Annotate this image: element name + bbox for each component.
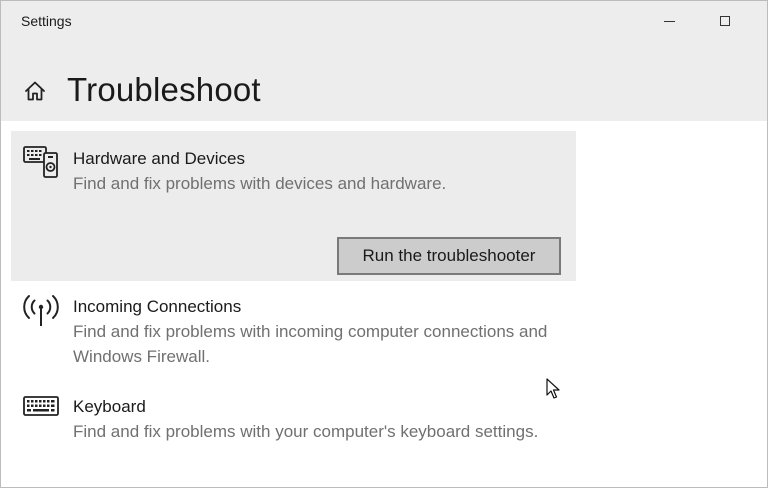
antenna-signal-icon	[23, 295, 59, 326]
home-icon[interactable]	[23, 79, 47, 103]
item-description: Find and fix problems with your computer…	[73, 422, 539, 441]
app-title: Settings	[21, 13, 72, 29]
minimize-icon	[663, 20, 675, 22]
maximize-icon	[720, 16, 730, 26]
item-title: Incoming Connections	[73, 297, 242, 316]
maximize-button[interactable]	[709, 7, 741, 35]
troubleshooter-list: Hardware and Devices Find and fix proble…	[1, 121, 767, 487]
item-description: Find and fix problems with incoming comp…	[73, 322, 548, 366]
settings-window: Settings Troubleshoot Hardware and Devic…	[0, 0, 768, 488]
title-bar: Settings Troubleshoot	[1, 1, 767, 121]
list-item-incoming-connections[interactable]: Incoming Connections Find and fix proble…	[11, 289, 576, 371]
item-description: Find and fix problems with devices and h…	[73, 174, 447, 193]
run-troubleshooter-button[interactable]: Run the troubleshooter	[337, 237, 561, 275]
page-title: Troubleshoot	[67, 71, 261, 108]
item-title: Keyboard	[73, 397, 146, 416]
minimize-button[interactable]	[653, 7, 685, 35]
list-item-hardware-and-devices[interactable]: Hardware and Devices Find and fix proble…	[11, 131, 576, 281]
item-title: Hardware and Devices	[73, 149, 245, 168]
hardware-devices-icon	[23, 146, 58, 178]
list-item-keyboard[interactable]: Keyboard Find and fix problems with your…	[11, 389, 576, 471]
keyboard-icon	[23, 396, 59, 416]
